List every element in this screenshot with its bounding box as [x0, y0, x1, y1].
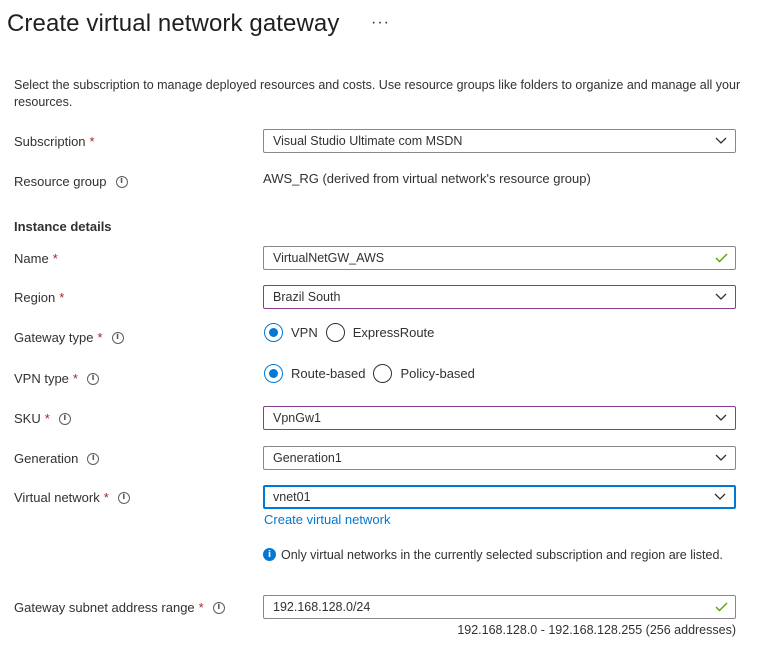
virtual-network-value: vnet01 — [273, 490, 311, 504]
more-options-icon[interactable]: ··· — [371, 14, 390, 32]
sku-value: VpnGw1 — [273, 411, 321, 425]
chevron-down-icon — [706, 487, 734, 507]
name-value: VirtualNetGW_AWS — [273, 251, 385, 265]
info-icon[interactable]: i — [86, 372, 99, 385]
required-marker: * — [198, 600, 204, 615]
gateway-subnet-range-text: 192.168.128.0 - 192.168.128.255 (256 add… — [457, 623, 736, 637]
chevron-down-icon — [707, 447, 735, 469]
page-title: Create virtual network gateway — [7, 10, 340, 37]
info-icon[interactable]: i — [212, 601, 225, 614]
name-input[interactable]: VirtualNetGW_AWS — [263, 246, 736, 270]
radio-checked-icon — [264, 323, 283, 342]
generation-label-text: Generation — [14, 451, 79, 466]
virtual-network-label-text: Virtual network — [14, 490, 100, 505]
radio-unchecked-icon — [325, 323, 345, 342]
subscription-label: Subscription * — [14, 134, 95, 149]
vpn-type-label-text: VPN type — [14, 371, 69, 386]
resource-group-label: Resource group i — [14, 174, 128, 189]
region-label-text: Region — [14, 290, 56, 305]
radio-label: VPN — [291, 325, 318, 340]
name-label: Name * — [14, 251, 58, 266]
gateway-subnet-label-text: Gateway subnet address range — [14, 600, 195, 615]
radio-checked-icon — [264, 364, 283, 383]
gateway-subnet-label: Gateway subnet address range * i — [14, 600, 225, 615]
intro-text: Select the subscription to manage deploy… — [14, 78, 741, 109]
virtual-network-label: Virtual network * i — [14, 490, 130, 505]
required-marker: * — [72, 371, 78, 386]
gateway-type-radio-group: VPN ExpressRoute — [264, 323, 444, 342]
subscription-dropdown[interactable]: Visual Studio Ultimate com MSDN — [263, 129, 736, 153]
sku-label: SKU * i — [14, 411, 71, 426]
checkmark-icon — [707, 596, 735, 618]
sku-label-text: SKU — [14, 411, 41, 426]
region-dropdown[interactable]: Brazil South — [263, 285, 736, 309]
generation-dropdown[interactable]: Generation1 — [263, 446, 736, 470]
vpn-type-label: VPN type * i — [14, 371, 99, 386]
sku-dropdown[interactable]: VpnGw1 — [263, 406, 736, 430]
instance-details-heading: Instance details — [14, 219, 112, 234]
chevron-down-icon — [707, 407, 735, 429]
subscription-label-text: Subscription — [14, 134, 86, 149]
resource-group-value: AWS_RG (derived from virtual network's r… — [263, 171, 591, 186]
required-marker: * — [89, 134, 95, 149]
generation-label: Generation i — [14, 451, 100, 466]
region-value: Brazil South — [273, 290, 341, 304]
vpn-type-route-based-radio[interactable]: Route-based — [264, 364, 365, 383]
gateway-subnet-input[interactable]: 192.168.128.0/24 — [263, 595, 736, 619]
generation-value: Generation1 — [273, 451, 342, 465]
create-virtual-network-link[interactable]: Create virtual network — [264, 512, 390, 527]
info-icon[interactable]: i — [58, 412, 71, 425]
gateway-type-label: Gateway type * i — [14, 330, 124, 345]
radio-unchecked-icon — [373, 364, 393, 383]
required-marker: * — [103, 490, 109, 505]
gateway-type-label-text: Gateway type — [14, 330, 94, 345]
required-marker: * — [44, 411, 50, 426]
gateway-subnet-value: 192.168.128.0/24 — [273, 600, 371, 614]
radio-label: Policy-based — [400, 366, 475, 381]
virtual-network-dropdown[interactable]: vnet01 — [263, 485, 736, 509]
region-label: Region * — [14, 290, 64, 305]
radio-label: Route-based — [291, 366, 366, 381]
required-marker: * — [52, 251, 58, 266]
subscription-value: Visual Studio Ultimate com MSDN — [273, 134, 463, 148]
vpn-type-policy-based-radio[interactable]: Policy-based — [373, 364, 475, 383]
radio-label: ExpressRoute — [352, 325, 435, 340]
required-marker: * — [59, 290, 65, 305]
name-label-text: Name — [14, 251, 49, 266]
virtual-network-note-text: Only virtual networks in the currently s… — [281, 548, 723, 562]
info-icon[interactable]: i — [87, 452, 100, 465]
info-icon[interactable]: i — [117, 491, 130, 504]
checkmark-icon — [707, 247, 735, 269]
gateway-type-expressroute-radio[interactable]: ExpressRoute — [325, 323, 435, 342]
info-icon[interactable]: i — [115, 175, 128, 188]
vpn-type-radio-group: Route-based Policy-based — [264, 364, 485, 383]
virtual-network-info-note: i Only virtual networks in the currently… — [263, 546, 723, 564]
resource-group-label-text: Resource group — [14, 174, 107, 189]
info-icon[interactable]: i — [111, 331, 124, 344]
gateway-type-vpn-radio[interactable]: VPN — [264, 323, 318, 342]
chevron-down-icon — [707, 286, 735, 308]
info-icon: i — [263, 548, 276, 561]
chevron-down-icon — [707, 130, 735, 152]
required-marker: * — [97, 330, 103, 345]
